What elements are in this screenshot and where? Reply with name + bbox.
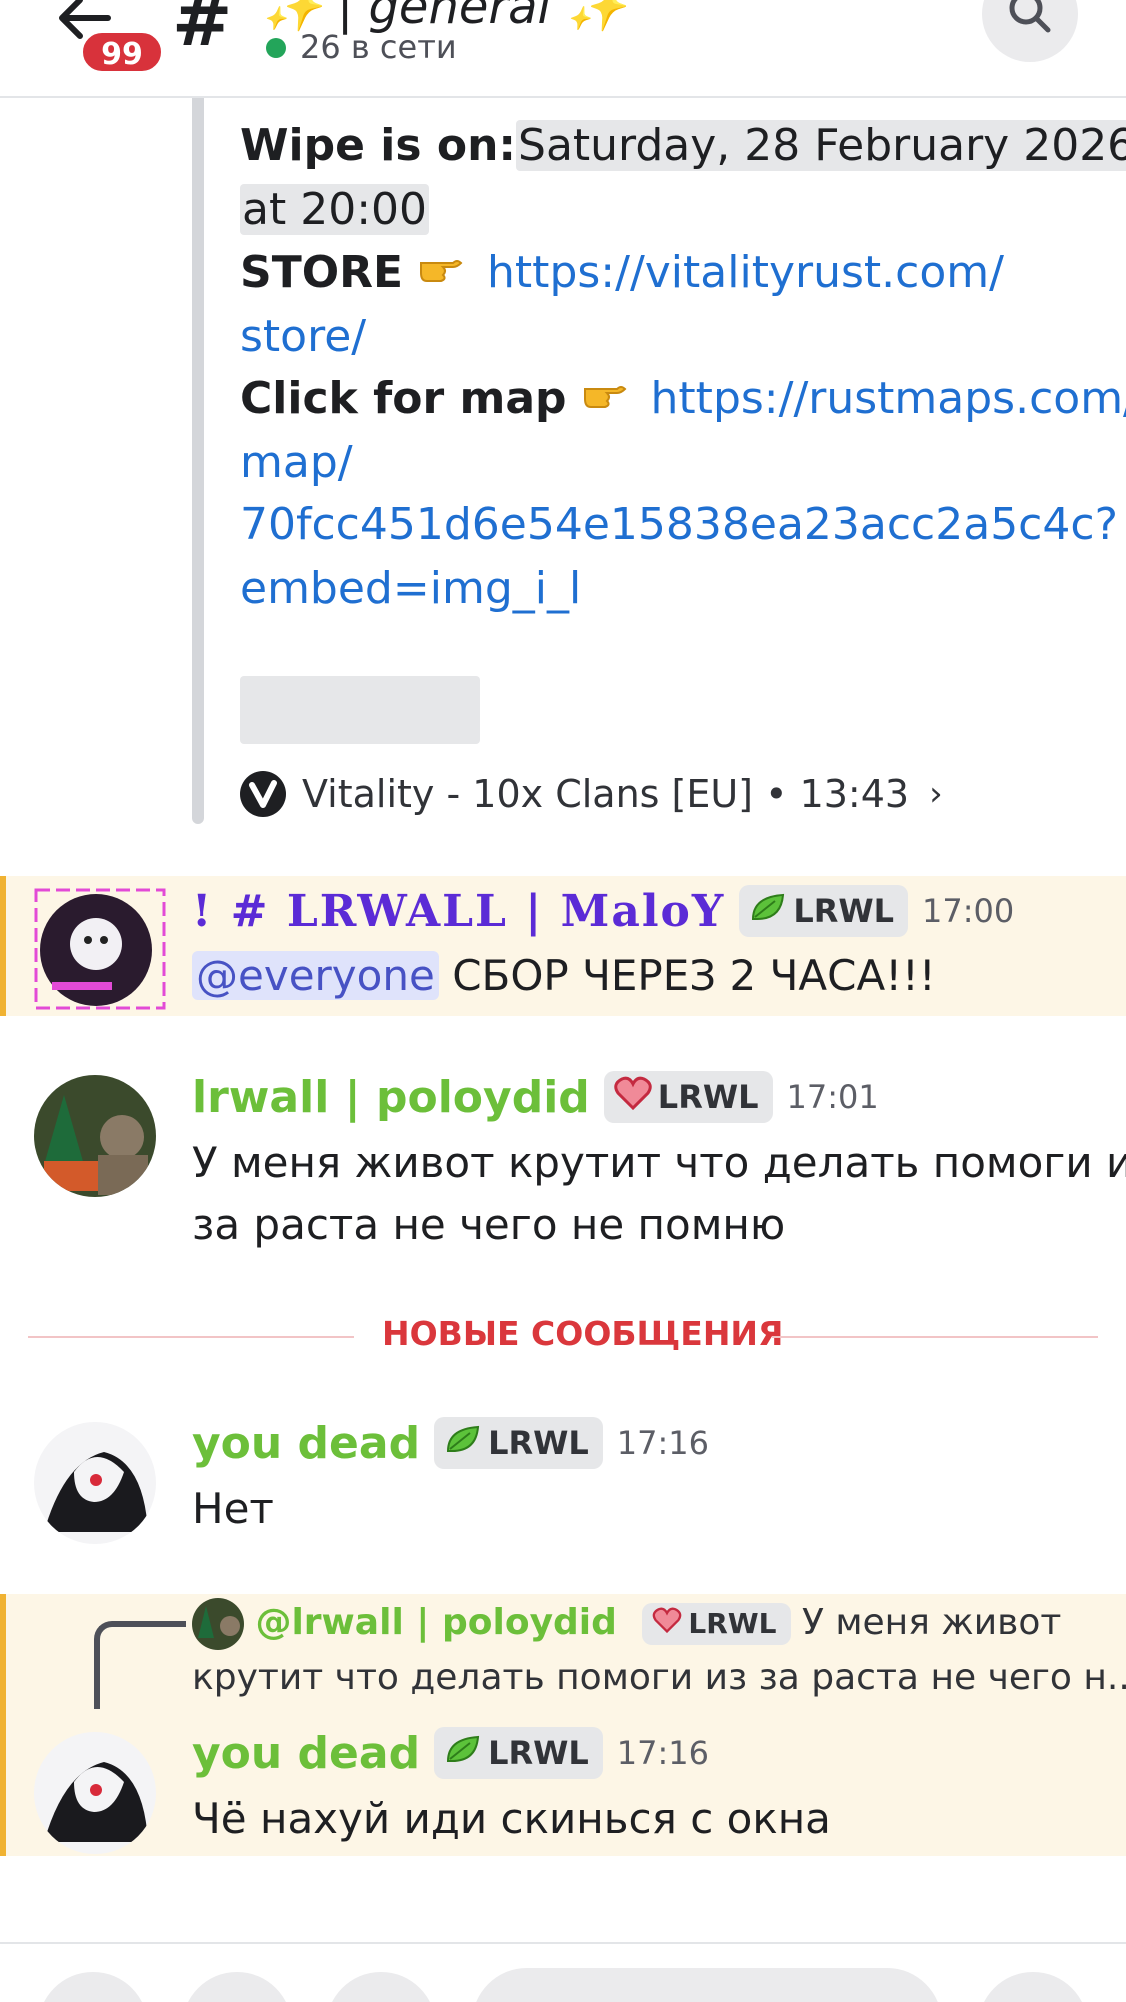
message-body: Нет	[192, 1484, 274, 1533]
username[interactable]: you dead	[192, 1418, 420, 1469]
message-body: Чё нахуй иди скинься с окна	[192, 1794, 831, 1843]
map-link[interactable]: https://rustmaps.com/	[651, 373, 1126, 424]
avatar[interactable]	[34, 1422, 156, 1544]
embed-footer-text: Vitality - 10x Clans [EU] • 13:43	[302, 772, 910, 816]
role-tag[interactable]: LRWL	[603, 1071, 773, 1123]
map-link-cont-1[interactable]: map/	[240, 437, 353, 488]
embed-map-line: Click for map https://rustmaps.com/	[240, 368, 1126, 432]
embed-map-line-3: 70fcc451d6e54e15838ea23acc2a5c4c?	[240, 494, 1118, 556]
online-count: 26 в сети	[300, 28, 457, 66]
unread-badge: 99	[80, 30, 164, 74]
leaf-icon	[444, 1423, 482, 1463]
heart-icon	[652, 1598, 682, 1650]
new-messages-line-right	[772, 1336, 1098, 1338]
embed-image-placeholder[interactable]	[240, 676, 480, 744]
search-icon	[1009, 0, 1051, 33]
message-header: you dead LRWL 17:16	[192, 1722, 709, 1784]
avatar[interactable]	[34, 888, 166, 1010]
embed-wipe-time-line: at 20:00	[240, 179, 430, 241]
role-tag-label: LRWL	[488, 1424, 589, 1462]
username[interactable]: ! # LRWALL | MaloY	[192, 886, 725, 937]
reply-text-cont[interactable]: крутит что делать помоги из за раста не …	[192, 1652, 1126, 1704]
mention-stripe	[0, 876, 6, 1016]
embed-map-line-4: embed=img_i_l	[240, 558, 581, 620]
timestamp: 17:16	[616, 1734, 710, 1772]
store-link-cont[interactable]: store/	[240, 311, 366, 362]
username[interactable]: lrwall | poloydid	[192, 1072, 590, 1123]
role-tag-label: LRWL	[488, 1734, 589, 1772]
message-body-cont: за раста не чего не помню	[192, 1200, 786, 1249]
embed-footer[interactable]: Vitality - 10x Clans [EU] • 13:43 ›	[240, 768, 943, 820]
timestamp: 17:16	[616, 1424, 710, 1462]
role-tag[interactable]: LRWL	[739, 885, 909, 937]
everyone-mention[interactable]: @everyone	[192, 951, 439, 1000]
embed-wipe-line: Wipe is on:Saturday, 28 February 2026	[240, 115, 1126, 177]
reply-username[interactable]: @lrwall | poloydid	[255, 1602, 616, 1643]
voice-message-button[interactable]	[978, 1972, 1088, 2002]
username[interactable]: you dead	[192, 1728, 420, 1779]
mention-stripe	[0, 1594, 6, 1856]
reply-text: У меня живот	[801, 1602, 1062, 1643]
embed-store-line: STORE https://vitalityrust.com/	[240, 242, 1004, 306]
embed-map-line-2: map/	[240, 432, 353, 494]
apps-button[interactable]	[182, 1972, 292, 2002]
role-tag[interactable]: LRWL	[434, 1417, 603, 1469]
vitality-logo-icon	[240, 771, 286, 817]
pointing-hand-icon	[581, 370, 637, 432]
reply-preview[interactable]: @lrwall | poloydid LRWL У меня живот	[192, 1597, 1061, 1650]
map-link-cont-3[interactable]: embed=img_i_l	[240, 563, 581, 614]
timestamp: 17:01	[786, 1078, 879, 1116]
search-button[interactable]	[982, 0, 1078, 62]
embed-wipe-date: Saturday, 28 February 2026	[516, 120, 1126, 171]
embed-wipe-time: at 20:00	[240, 184, 430, 235]
embed-wipe-label: Wipe is on:	[240, 120, 517, 171]
message-header: ! # LRWALL | MaloY LRWL 17:00	[192, 880, 1014, 942]
add-attachment-button[interactable]	[38, 1972, 148, 2002]
composer-divider	[0, 1942, 1126, 1944]
role-tag[interactable]: LRWL	[434, 1727, 603, 1779]
timestamp: 17:00	[922, 892, 1015, 930]
reply-spine	[94, 1621, 186, 1709]
online-status-icon	[266, 38, 286, 58]
channel-hash-icon: #	[172, 0, 233, 62]
leaf-icon	[749, 891, 787, 931]
role-tag-label: LRWL	[793, 892, 895, 930]
avatar[interactable]	[34, 1732, 156, 1854]
message-input[interactable]	[472, 1968, 942, 2002]
store-link[interactable]: https://vitalityrust.com/	[487, 247, 1004, 298]
channel-header: 99 # ✨ | general ✨ 26 в сети	[0, 0, 1126, 98]
pointing-hand-icon	[417, 244, 473, 306]
role-tag-label: LRWL	[657, 1078, 759, 1116]
avatar[interactable]	[34, 1075, 156, 1197]
gift-button[interactable]	[326, 1972, 436, 2002]
message-body: У меня живот крутит что делать помоги из	[192, 1138, 1126, 1187]
map-link-cont-2[interactable]: 70fcc451d6e54e15838ea23acc2a5c4c?	[240, 499, 1118, 550]
heart-icon	[614, 1076, 652, 1118]
embed-map-label: Click for map	[240, 373, 567, 424]
leaf-icon	[444, 1733, 482, 1773]
reply-role-tag: LRWL	[642, 1603, 791, 1645]
reply-role-tag-label: LRWL	[688, 1607, 777, 1640]
embed-store-label: STORE	[240, 247, 404, 298]
chevron-right-icon: ›	[929, 774, 943, 814]
new-messages-line-left	[28, 1336, 354, 1338]
new-messages-divider: НОВЫЕ СООБЩЕНИЯ	[382, 1314, 784, 1353]
embed-accent-bar	[192, 98, 204, 824]
message-text: @everyone СБОР ЧЕРЕЗ 2 ЧАСА!!!	[192, 945, 936, 1007]
reply-avatar	[192, 1598, 244, 1650]
message-header: lrwall | poloydid LRWL 17:01	[192, 1066, 879, 1128]
message-header: you dead LRWL 17:16	[192, 1412, 709, 1474]
message-body: СБОР ЧЕРЕЗ 2 ЧАСА!!!	[452, 951, 936, 1000]
embed-store-line-2: store/	[240, 306, 366, 368]
